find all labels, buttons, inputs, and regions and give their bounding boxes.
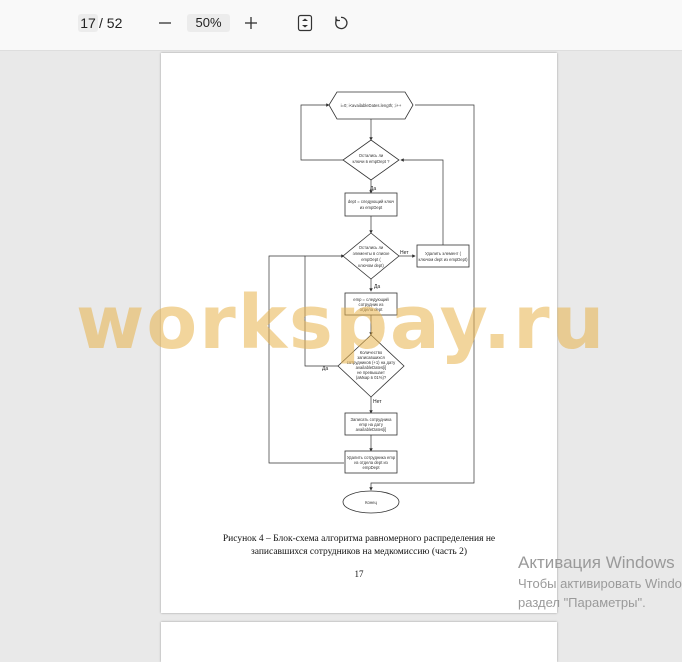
- yes-label-2: Да: [374, 284, 380, 290]
- yes-label-3: Да: [322, 366, 328, 372]
- zoom-out-button[interactable]: [153, 12, 177, 34]
- fit-page-button[interactable]: [293, 12, 317, 34]
- process-1-line-1: dept = следующий ключ: [348, 199, 394, 204]
- zoom-in-button[interactable]: [239, 12, 263, 34]
- decision-1-line-2: ключи в empDept ?: [353, 159, 391, 164]
- decision-2-line-3: empDept (: [361, 257, 381, 262]
- process-assign-date: Записать сотрудника emp на дату availabl…: [344, 412, 398, 436]
- rotate-button[interactable]: [329, 12, 353, 34]
- flowchart: i=0; i<availableDates.length; ;i++ Остал…: [268, 91, 475, 514]
- decision-2-line-4: ключом dept): [358, 263, 384, 268]
- page-total-label: / 52: [99, 15, 123, 31]
- figure-caption: Рисунок 4 – Блок-схема алгоритма равноме…: [161, 533, 557, 559]
- yes-label-1: Да: [370, 186, 376, 192]
- process-next-key: dept = следующий ключ из empDept: [344, 192, 398, 217]
- process-right-line-2: ключом dept из empDept): [418, 257, 468, 262]
- zoom-level[interactable]: 50%: [187, 14, 230, 32]
- decision-keys-left: Остались ли ключи в empDept ?: [342, 139, 400, 181]
- activation-title: Активация Windows: [518, 553, 675, 572]
- decision-3-line-6: (aМкap в 01%)?: [356, 375, 387, 380]
- process-next-employee: emp = следующий сотрудник из отдела dept: [344, 292, 398, 316]
- page-number-input[interactable]: 17: [78, 14, 98, 32]
- loop-start-label: i=0; i<availableDates.length; ;i++: [341, 103, 402, 108]
- process-remove-element: Удалить элемент ( ключом dept из empDept…: [416, 244, 470, 268]
- process-remove-employee: Удалить сотрудника emp из отдела dept из…: [344, 450, 398, 474]
- rotate-icon: [335, 16, 348, 30]
- loop-start-shape: i=0; i<availableDates.length; ;i++: [328, 91, 414, 120]
- zoom-in-icon: [245, 17, 257, 29]
- document-page: i=0; i<availableDates.length; ;i++ Остал…: [161, 53, 557, 613]
- activation-line-1: Чтобы активировать Windows,: [518, 576, 682, 591]
- process-1-line-2: из empDept: [360, 205, 383, 210]
- decision-2-line-1: Остались ли: [359, 245, 384, 250]
- process-3-line-3: availableDates[i]: [356, 427, 387, 432]
- process-2-line-3: отдела dept: [360, 307, 384, 312]
- activation-line-2: раздел "Параметры".: [518, 595, 646, 610]
- process-right-line-1: Удалить элемент (: [425, 251, 462, 256]
- pdf-toolbar: 17 / 52 50%: [0, 0, 682, 51]
- windows-activation-notice: Активация Windows Чтобы активировать Win…: [518, 552, 682, 612]
- caption-line-1: Рисунок 4 – Блок-схема алгоритма равноме…: [222, 534, 496, 544]
- caption-line-2: записавшихся сотрудников на медкомиссию …: [250, 547, 468, 557]
- no-label-2: Нет: [373, 399, 382, 405]
- decision-elements-left: Остались ли элементы в списке empDept ( …: [342, 232, 400, 280]
- end-terminator: Конец: [342, 490, 400, 514]
- process-4-line-3: empDept: [363, 465, 381, 470]
- fit-page-icon: [297, 14, 313, 32]
- next-document-page: [161, 622, 557, 662]
- no-label-1: Нет: [400, 250, 409, 256]
- decision-quota-check: Количество записавшихся сотрудников (+1)…: [337, 334, 405, 398]
- zoom-out-icon: [159, 22, 171, 24]
- end-label: Конец: [365, 500, 377, 505]
- decision-1-line-1: Остались ли: [359, 153, 384, 158]
- page-footer-number: 17: [354, 569, 364, 579]
- decision-2-line-2: элементы в списке: [353, 251, 390, 256]
